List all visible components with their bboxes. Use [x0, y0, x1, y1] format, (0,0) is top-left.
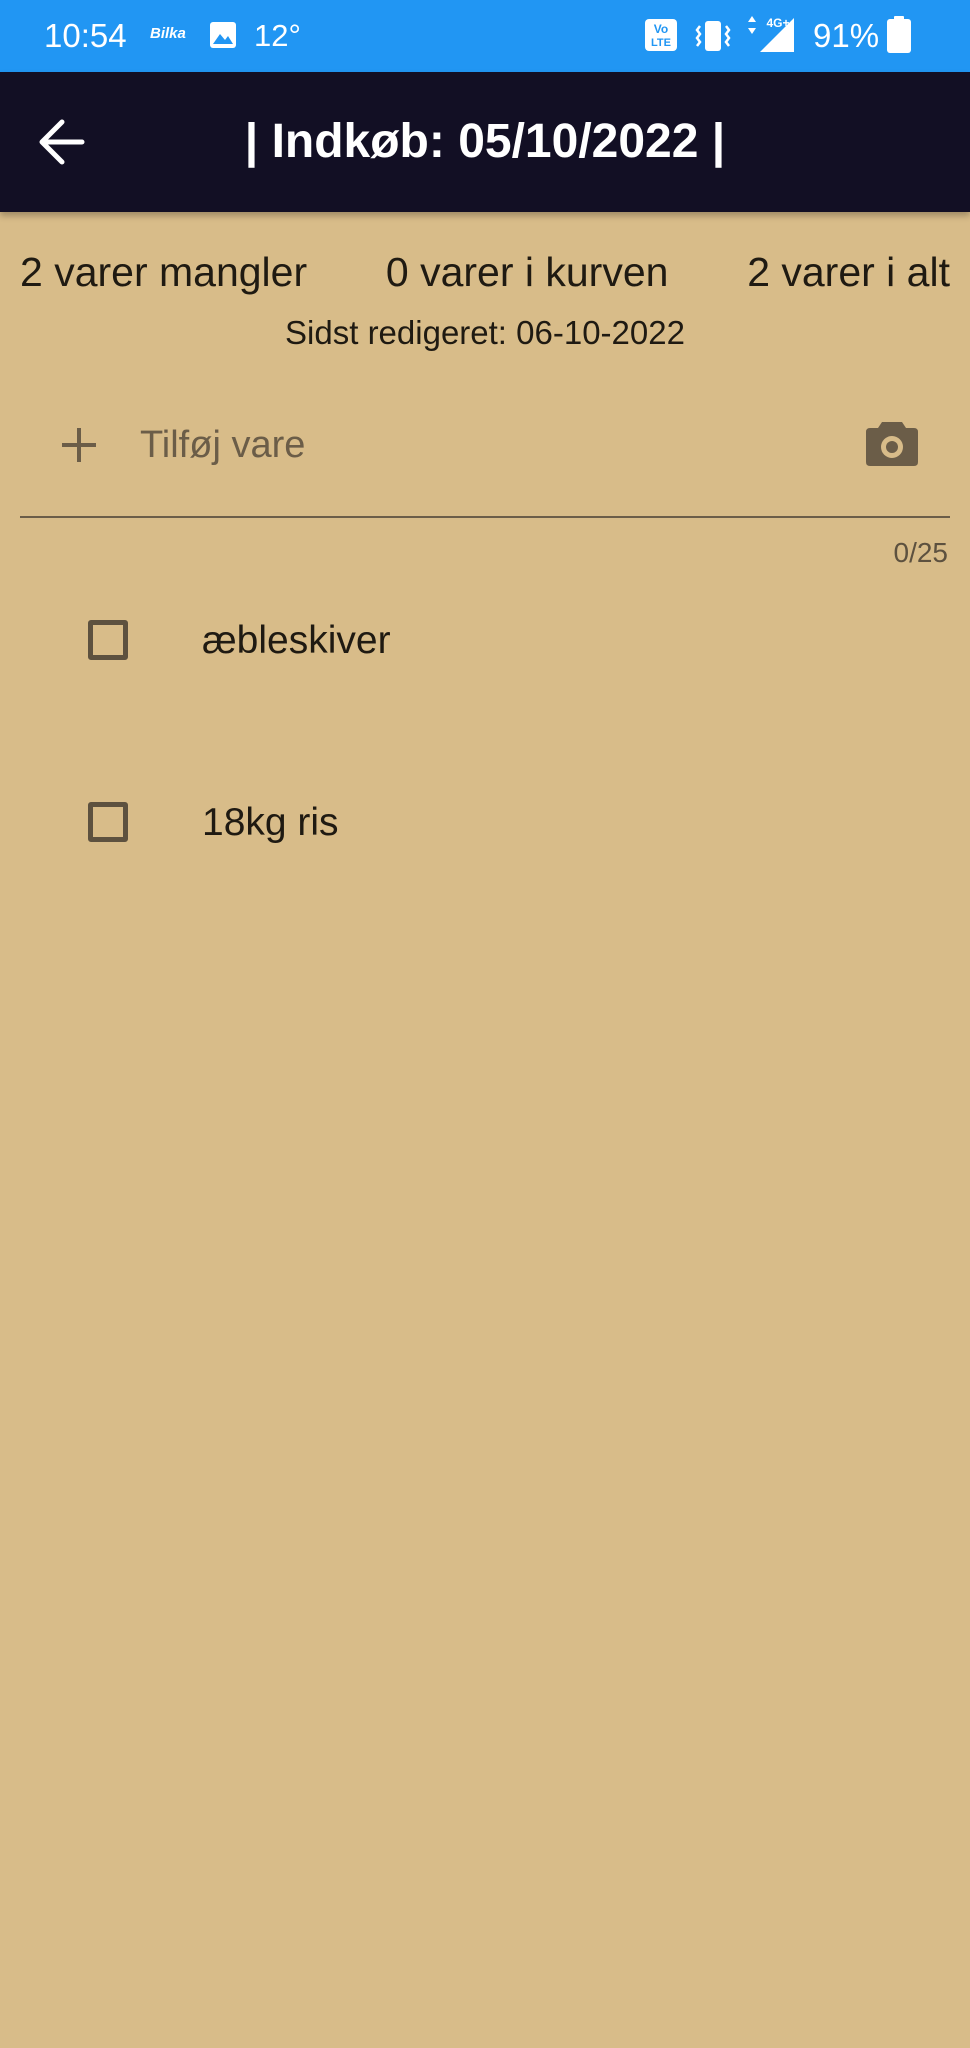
last-edited-date: Sidst redigeret: 06-10-2022 — [285, 314, 685, 351]
add-item-field — [20, 388, 950, 518]
signal-icon: 4G+ — [742, 14, 798, 54]
app-notification-badge: Bilka — [150, 25, 186, 42]
vibrate-icon — [694, 18, 732, 54]
status-temperature: 12° — [254, 18, 301, 53]
battery-percentage: 91% — [813, 17, 880, 54]
character-counter: 0/25 — [893, 537, 949, 568]
plus-icon[interactable] — [56, 422, 102, 468]
back-button[interactable] — [30, 110, 94, 174]
arrow-back-icon — [39, 119, 85, 165]
item-label: 18kg ris — [202, 801, 339, 844]
svg-text:Vo: Vo — [654, 22, 668, 36]
list-item[interactable]: 18kg ris — [0, 762, 970, 944]
status-bar: 10:54 Bilka 12° Vo LTE 4G+ 91% — [0, 0, 970, 72]
svg-text:LTE: LTE — [651, 37, 671, 49]
missing-count: 2 varer mangler — [20, 249, 308, 295]
total-count: 2 varer i alt — [747, 249, 950, 295]
volte-icon: Vo LTE — [644, 18, 678, 52]
summary-row: 2 varer mangler 0 varer i kurven 2 varer… — [20, 246, 950, 298]
item-label: æbleskiver — [202, 619, 391, 662]
page-title: | Indkøb: 05/10/2022 | — [244, 115, 726, 168]
battery-icon — [886, 16, 912, 54]
image-icon — [208, 20, 238, 50]
camera-icon[interactable] — [864, 416, 920, 468]
status-time: 10:54 — [44, 17, 127, 54]
item-checkbox[interactable] — [88, 802, 128, 842]
add-item-input[interactable] — [140, 414, 740, 476]
item-checkbox[interactable] — [88, 620, 128, 660]
list-item[interactable]: æbleskiver — [0, 580, 970, 762]
network-type-label: 4G+ — [766, 16, 789, 30]
app-bar: | Indkøb: 05/10/2022 | — [0, 72, 970, 212]
in-basket-count: 0 varer i kurven — [385, 249, 669, 295]
shopping-list: æbleskiver 18kg ris — [0, 580, 970, 944]
